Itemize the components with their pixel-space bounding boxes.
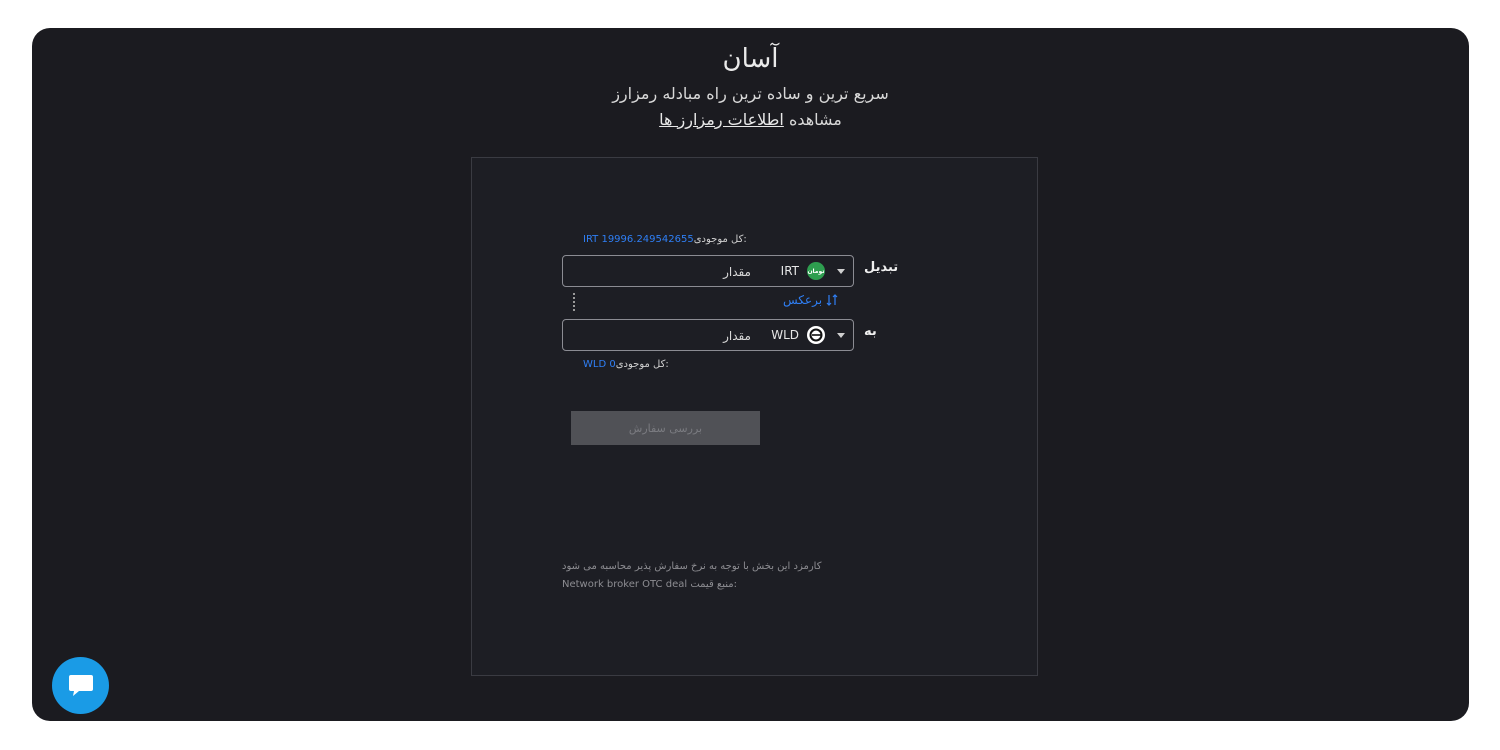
page-title: آسان <box>722 44 779 74</box>
chat-button[interactable] <box>52 657 109 714</box>
to-field: WLD <box>562 319 854 352</box>
from-label: تبدیل <box>864 260 899 275</box>
chevron-down-icon <box>837 332 845 338</box>
info-prefix: مشاهده <box>788 110 842 129</box>
connector-line <box>573 293 575 311</box>
price-source-value: Network broker OTC deal <box>562 579 688 590</box>
to-label: به <box>864 324 877 339</box>
to-balance-label: کل موجودی: <box>615 359 669 370</box>
chevron-down-icon <box>837 268 845 274</box>
price-source-note: Network broker OTC deal منبع قیمت: <box>562 579 737 590</box>
from-balance-label: کل موجودی: <box>693 234 747 245</box>
exchange-panel: IRT 19996.249542655کل موجودی: تبدیل IRT … <box>471 157 1038 676</box>
price-source-label: منبع قیمت: <box>690 579 737 590</box>
fee-note: کارمزد این بخش با توجه به نرخ سفارش پذیر… <box>562 561 822 572</box>
from-amount-input[interactable] <box>569 256 753 288</box>
from-coin-select[interactable]: IRT تومان <box>781 256 845 286</box>
to-coin-code: WLD <box>771 328 799 342</box>
from-field: IRT تومان <box>562 255 854 288</box>
crypto-info-link[interactable]: اطلاعات رمزارز ها <box>659 110 784 129</box>
swap-arrows-icon <box>826 294 838 306</box>
to-coin-select[interactable]: WLD <box>771 320 845 350</box>
app-frame: آسان سریع ترین و ساده ترین راه مبادله رم… <box>32 28 1469 721</box>
chat-bubble-icon <box>68 674 93 696</box>
toman-coin-icon: تومان <box>807 262 825 280</box>
to-balance: WLD 0کل موجودی: <box>583 359 669 370</box>
from-balance: IRT 19996.249542655کل موجودی: <box>583 234 747 245</box>
worldcoin-icon <box>807 326 825 344</box>
from-coin-code: IRT <box>780 264 799 278</box>
review-order-button[interactable]: بررسی سفارش <box>571 411 760 445</box>
info-line: مشاهده اطلاعات رمزارز ها <box>32 108 1469 132</box>
page-subtitle: سریع ترین و ساده ترین راه مبادله رمزارز <box>612 84 889 103</box>
to-amount-input[interactable] <box>569 320 753 352</box>
to-balance-value[interactable]: WLD 0 <box>583 359 616 370</box>
from-balance-value[interactable]: IRT 19996.249542655 <box>583 234 694 245</box>
swap-button[interactable]: برعکس <box>783 293 838 307</box>
swap-label: برعکس <box>783 293 823 307</box>
